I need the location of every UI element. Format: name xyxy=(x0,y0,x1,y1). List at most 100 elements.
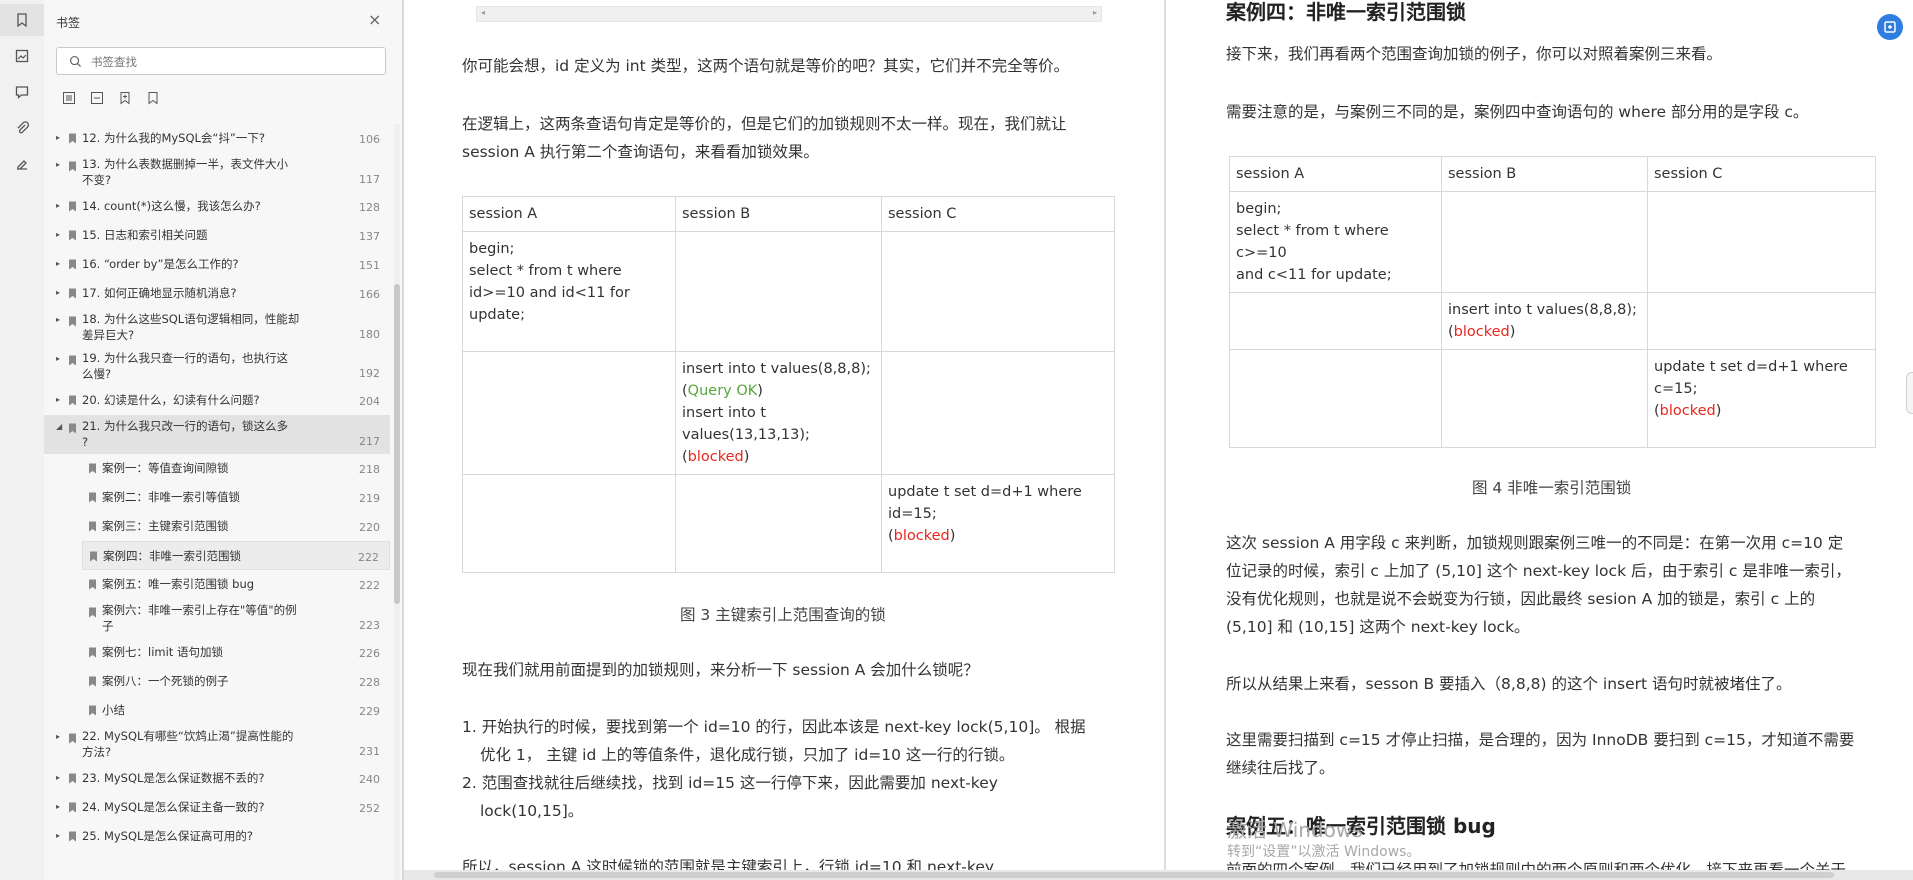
bookmark-chapter[interactable]: ▸ 15. 日志和索引相关问题 137 xyxy=(44,221,390,250)
table-cell: insert into t values(8,8,8); (Query OK) … xyxy=(675,351,882,475)
comment-icon[interactable] xyxy=(0,76,44,108)
bookmark-chapter[interactable]: ▸ 25. MySQL是怎么保证高可用的? xyxy=(44,822,390,851)
bookmark-label: 21. 为什么我只改一行的语句，锁这么多? xyxy=(82,419,288,449)
bookmark-section[interactable]: 案例一：等值查询间隙锁 218 xyxy=(44,454,390,483)
bookmark-icon xyxy=(90,551,97,562)
bookmark-section[interactable]: 案例三：主键索引范围锁 220 xyxy=(44,512,390,541)
bookmark-section[interactable]: 案例二：非唯一索引等值锁 219 xyxy=(44,483,390,512)
collapse-arrow-icon[interactable]: ◢ xyxy=(56,422,64,431)
expand-arrow-icon[interactable]: ▸ xyxy=(56,259,64,268)
bookmark-chapter[interactable]: ▸ 19. 为什么我只查一行的语句，也执行这 么慢? 192 xyxy=(44,347,390,386)
bookmark-page-number: 217 xyxy=(359,435,380,448)
bookmark-section[interactable]: 案例六：非唯一索引上存在"等值"的例子 223 xyxy=(44,599,390,638)
expand-arrow-icon[interactable]: ▸ xyxy=(56,288,64,297)
panel-scrollbar[interactable] xyxy=(394,124,400,880)
bookmark-chapter[interactable]: ▸ 14. count(*)这么慢，我该怎么办? 128 xyxy=(44,192,390,221)
attachment-icon[interactable] xyxy=(0,112,44,144)
bookmark-chapter[interactable]: ▸ 16. “order by”是怎么工作的? 151 xyxy=(44,250,390,279)
table-cell: begin; select * from t where id>=10 and id… xyxy=(462,231,676,352)
collapse-all-icon[interactable] xyxy=(90,90,104,104)
table-cell: insert into t values(8,8,8); (blocked) xyxy=(1441,292,1648,350)
bookmark-page-number: 117 xyxy=(359,173,380,186)
bookmark-label: 12. 为什么我的MySQL会“抖”一下? xyxy=(82,131,265,145)
bookmark-section[interactable]: 案例四：非唯一索引范围锁 222 xyxy=(82,541,390,570)
table-cell: begin; select * from t where c>=10 and c<1… xyxy=(1229,191,1442,293)
bookmark-icon[interactable] xyxy=(0,4,44,36)
bookmark-chapter[interactable]: ▸ 24. MySQL是怎么保证主备一致的? 252 xyxy=(44,793,390,822)
expand-arrow-icon[interactable]: ▸ xyxy=(56,773,64,782)
bookmark-search[interactable] xyxy=(56,47,386,75)
bookmark-page-number: 231 xyxy=(359,745,380,758)
paragraph: 现在我们就用前面提到的加锁规则，来分析一下 session A 会加什么锁呢？ xyxy=(462,661,979,679)
bookmark-label: 案例一：等值查询间隙锁 xyxy=(102,461,229,475)
bookmark-chapter[interactable]: ▸ 18. 为什么这些SQL语句逻辑相同，性能却 差异巨大? 180 xyxy=(44,308,390,347)
bookmark-page-number: 166 xyxy=(359,288,380,301)
expand-arrow-icon[interactable]: ▸ xyxy=(56,133,64,142)
side-panel-handle[interactable] xyxy=(1906,372,1913,414)
bookmark-label: 20. 幻读是什么，幻读有什么问题? xyxy=(82,393,260,407)
figure-caption: 图 4 非唯一索引范围锁 xyxy=(1472,479,1632,497)
thumbnail-icon[interactable] xyxy=(0,40,44,72)
bookmark-icon xyxy=(69,802,76,813)
bookmark-icon xyxy=(89,492,96,503)
search-input[interactable] xyxy=(89,51,373,73)
icon-rail xyxy=(0,0,45,880)
expand-arrow-icon[interactable]: ▸ xyxy=(56,201,64,210)
bookmark-section[interactable]: 案例五：唯一索引范围锁 bug 222 xyxy=(44,570,390,599)
expand-arrow-icon[interactable]: ▸ xyxy=(56,315,64,324)
bookmark-tree: ▸ 12. 为什么我的MySQL会“抖”一下? 106 ▸ 13. 为什么表数据删掉一半… xyxy=(44,124,390,851)
bookmark-icon xyxy=(89,607,96,618)
bookmark-chapter[interactable]: ▸ 12. 为什么我的MySQL会“抖”一下? 106 xyxy=(44,124,390,153)
table-cell: update t set d=d+1 where id=15; (blocked) xyxy=(881,474,1115,573)
close-icon[interactable]: × xyxy=(368,12,384,28)
expand-arrow-icon[interactable]: ▸ xyxy=(56,354,64,363)
bookmark-outline-icon[interactable] xyxy=(146,90,160,105)
list-item: 1. 开始执行的时候，要找到第一个 id=10 的行，因此本该是 next-ke… xyxy=(462,718,1086,736)
bookmark-page-number: 226 xyxy=(359,647,380,660)
bookmark-chapter[interactable]: ▸ 20. 幻读是什么，幻读有什么问题? 204 xyxy=(44,386,390,415)
floating-action-button[interactable] xyxy=(1877,14,1903,40)
horizontal-scrollbar[interactable] xyxy=(404,870,1913,880)
bookmark-icon xyxy=(69,733,76,744)
bookmark-label: 小结 xyxy=(102,703,125,717)
expand-arrow-icon[interactable]: ▸ xyxy=(56,160,64,169)
bookmark-chapter[interactable]: ▸ 22. MySQL有哪些“饮鸩止渴”提高性能的 方法? 231 xyxy=(44,725,390,764)
bookmark-page-number: 204 xyxy=(359,395,380,408)
expand-all-icon[interactable] xyxy=(62,90,76,104)
table-cell: update t set d=d+1 where c=15; (blocked) xyxy=(1647,349,1876,448)
bookmark-section[interactable]: 案例八：一个死锁的例子 228 xyxy=(44,667,390,696)
bookmark-icon xyxy=(69,161,76,172)
bookmark-icon xyxy=(69,288,76,299)
bookmark-chapter[interactable]: ▸ 23. MySQL是怎么保证数据不丢的? 240 xyxy=(44,764,390,793)
bookmark-page-number: 223 xyxy=(359,619,380,632)
bookmark-section[interactable]: 案例七：limit 语句加锁 226 xyxy=(44,638,390,667)
bookmark-section[interactable]: 小结 229 xyxy=(44,696,390,725)
bookmark-icon xyxy=(89,705,96,716)
paragraph: 这里需要扫描到 c=15 才停止扫描，是合理的，因为 InnoDB 要扫到 c=… xyxy=(1226,731,1855,749)
table-header: session B xyxy=(675,196,882,232)
expand-arrow-icon[interactable]: ▸ xyxy=(56,732,64,741)
activation-watermark: 激活 Windows xyxy=(1227,818,1363,842)
expand-arrow-icon[interactable]: ▸ xyxy=(56,802,64,811)
bookmark-icon xyxy=(89,579,96,590)
table-header: session A xyxy=(1229,156,1442,192)
bookmark-chapter[interactable]: ▸ 17. 如何正确地显示随机消息? 166 xyxy=(44,279,390,308)
bookmark-chapter[interactable]: ◢ 21. 为什么我只改一行的语句，锁这么多? 217 xyxy=(44,415,390,454)
bookmark-label: 15. 日志和索引相关问题 xyxy=(82,228,208,242)
add-bookmark-icon[interactable] xyxy=(118,90,132,105)
paragraph: 接下来，我们再看两个范围查询加锁的例子，你可以对照着案例三来看。 xyxy=(1226,45,1723,63)
bookmark-label: 18. 为什么这些SQL语句逻辑相同，性能却 差异巨大? xyxy=(82,312,300,342)
table-header: session B xyxy=(1441,156,1648,192)
signature-icon[interactable] xyxy=(0,148,44,180)
bookmark-toolbar xyxy=(62,90,160,108)
bookmark-label: 14. count(*)这么慢，我该怎么办? xyxy=(82,199,261,213)
expand-arrow-icon[interactable]: ▸ xyxy=(56,395,64,404)
bookmark-chapter[interactable]: ▸ 13. 为什么表数据删掉一半，表文件大小 不变? 117 xyxy=(44,153,390,192)
expand-arrow-icon[interactable]: ▸ xyxy=(56,230,64,239)
expand-arrow-icon[interactable]: ▸ xyxy=(56,831,64,840)
bookmark-label: 13. 为什么表数据删掉一半，表文件大小 不变? xyxy=(82,157,288,187)
bookmark-label: 案例五：唯一索引范围锁 bug xyxy=(102,577,255,591)
code-scrollbar[interactable]: ◂ ▸ xyxy=(476,6,1102,22)
paragraph: 需要注意的是，与案例三不同的是，案例四中查询语句的 where 部分用的是字段 … xyxy=(1226,103,1809,121)
bookmark-icon xyxy=(69,773,76,784)
